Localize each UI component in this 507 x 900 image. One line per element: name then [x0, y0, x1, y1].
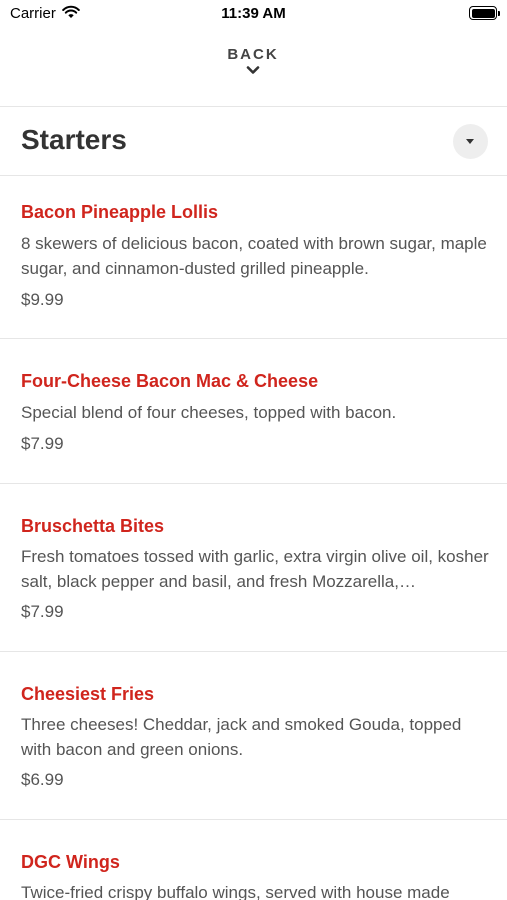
menu-screen: Carrier 11:39 AM BACK Starters Bacon Pin…	[0, 0, 507, 900]
item-description: Twice-fried crispy buffalo wings, served…	[21, 883, 450, 900]
back-label: BACK	[227, 46, 279, 63]
item-description: Fresh tomatoes tossed with garlic, extra…	[21, 547, 489, 591]
item-description: 8 skewers of delicious bacon, coated wit…	[21, 234, 487, 278]
item-name: DGC Wings	[21, 852, 120, 872]
item-name: Four-Cheese Bacon Mac & Cheese	[21, 371, 319, 391]
item-name: Bacon Pineapple Lollis	[21, 202, 219, 222]
clock: 11:39 AM	[221, 5, 286, 22]
item-price: $7.99	[21, 434, 64, 453]
item-price: $7.99	[21, 602, 64, 621]
chevron-down-icon	[246, 66, 260, 74]
menu-item[interactable]: Bacon Pineapple Lollis 8 skewers of deli…	[0, 176, 507, 339]
item-name: Bruschetta Bites	[21, 516, 165, 536]
header-divider	[0, 106, 507, 107]
caret-down-icon	[466, 139, 474, 144]
item-name: Cheesiest Fries	[21, 684, 155, 704]
back-button[interactable]: BACK	[203, 46, 303, 94]
menu-item[interactable]: DGC Wings Twice-fried crispy buffalo win…	[0, 820, 507, 900]
battery-icon	[469, 6, 500, 20]
section-title: Starters	[21, 124, 127, 155]
item-description: Three cheeses! Cheddar, jack and smoked …	[21, 715, 462, 759]
menu-item[interactable]: Cheesiest Fries Three cheeses! Cheddar, …	[0, 652, 507, 820]
item-price: $9.99	[21, 290, 64, 309]
section-dropdown-button[interactable]	[453, 124, 488, 159]
status-bar: Carrier 11:39 AM	[0, 0, 507, 28]
item-price: $6.99	[21, 770, 64, 789]
menu-item[interactable]: Bruschetta Bites Fresh tomatoes tossed w…	[0, 484, 507, 652]
item-description: Special blend of four cheeses, topped wi…	[21, 403, 397, 422]
menu-item[interactable]: Four-Cheese Bacon Mac & Cheese Special b…	[0, 339, 507, 484]
